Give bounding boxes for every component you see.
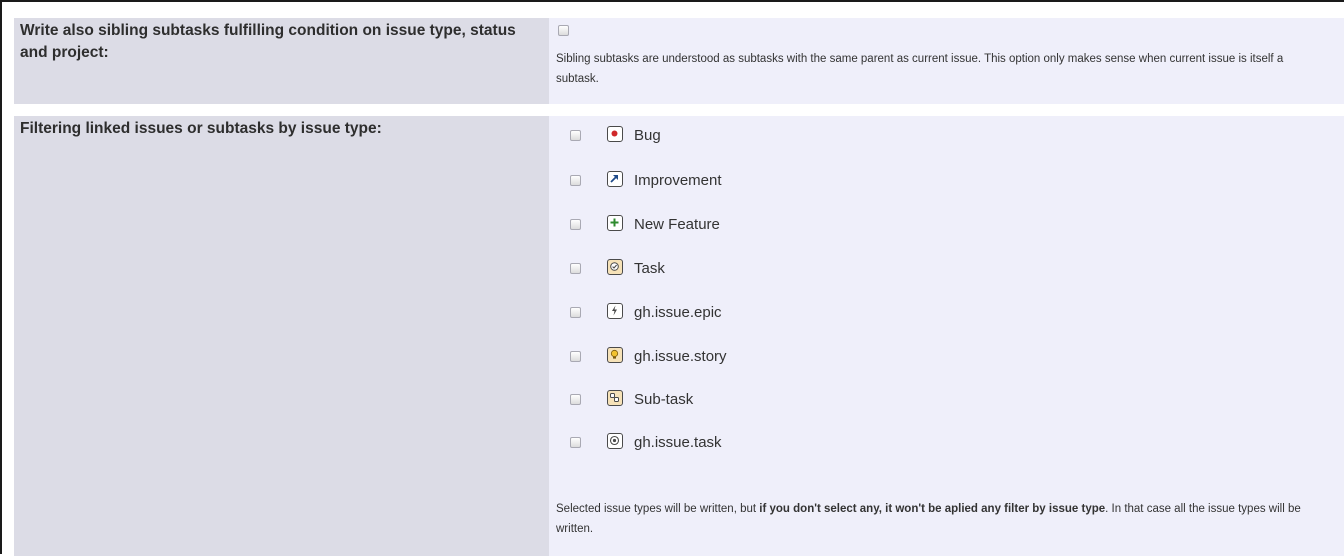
issue-type-label: gh.issue.story	[634, 348, 727, 365]
gh-task-target-icon	[607, 433, 623, 449]
story-lightbulb-icon	[607, 347, 623, 363]
sibling-subtasks-checkbox[interactable]	[558, 25, 569, 36]
description-bold: if you don't select any, it won't be apl…	[759, 503, 1106, 515]
issue-type-label: Task	[634, 260, 665, 277]
improvement-arrow-icon	[607, 171, 623, 187]
issue-type-label: Bug	[634, 127, 661, 144]
issue-type-checkbox[interactable]	[570, 437, 581, 448]
issue-type-label: New Feature	[634, 216, 720, 233]
issue-type-label: Sub-task	[634, 391, 694, 408]
issue-type-label: gh.issue.epic	[634, 304, 722, 321]
issue-type-checkbox[interactable]	[570, 175, 581, 186]
epic-lightning-icon	[607, 303, 623, 319]
issue-type-filter-row: Filtering linked issues or subtasks by i…	[14, 116, 1344, 556]
config-panel: Write also sibling subtasks fulfilling c…	[0, 0, 1344, 556]
sibling-subtasks-label: Write also sibling subtasks fulfilling c…	[14, 18, 549, 104]
task-check-icon	[607, 259, 623, 275]
issue-type-checkbox[interactable]	[570, 351, 581, 362]
bug-icon	[607, 126, 623, 142]
issue-type-filter-label: Filtering linked issues or subtasks by i…	[14, 116, 549, 556]
issue-type-checkbox[interactable]	[570, 263, 581, 274]
issue-type-checkbox[interactable]	[570, 130, 581, 141]
sibling-subtasks-row: Write also sibling subtasks fulfilling c…	[14, 18, 1344, 104]
description-prefix: Selected issue types will be written, bu…	[556, 503, 760, 515]
issue-type-label: gh.issue.task	[634, 434, 722, 451]
issue-type-filter-description: Selected issue types will be written, bu…	[556, 499, 1324, 539]
issue-type-checkbox[interactable]	[570, 307, 581, 318]
subtask-icon	[607, 390, 623, 406]
issue-type-checkbox[interactable]	[570, 394, 581, 405]
new-feature-plus-icon	[607, 215, 623, 231]
issue-type-checkbox[interactable]	[570, 219, 581, 230]
sibling-subtasks-description: Sibling subtasks are understood as subta…	[556, 53, 1284, 85]
sibling-subtasks-value: Sibling subtasks are understood as subta…	[549, 18, 1344, 104]
issue-type-filter-value: Bug Improvement New Feature Task gh.issu…	[549, 116, 1344, 556]
issue-type-label: Improvement	[634, 172, 722, 189]
